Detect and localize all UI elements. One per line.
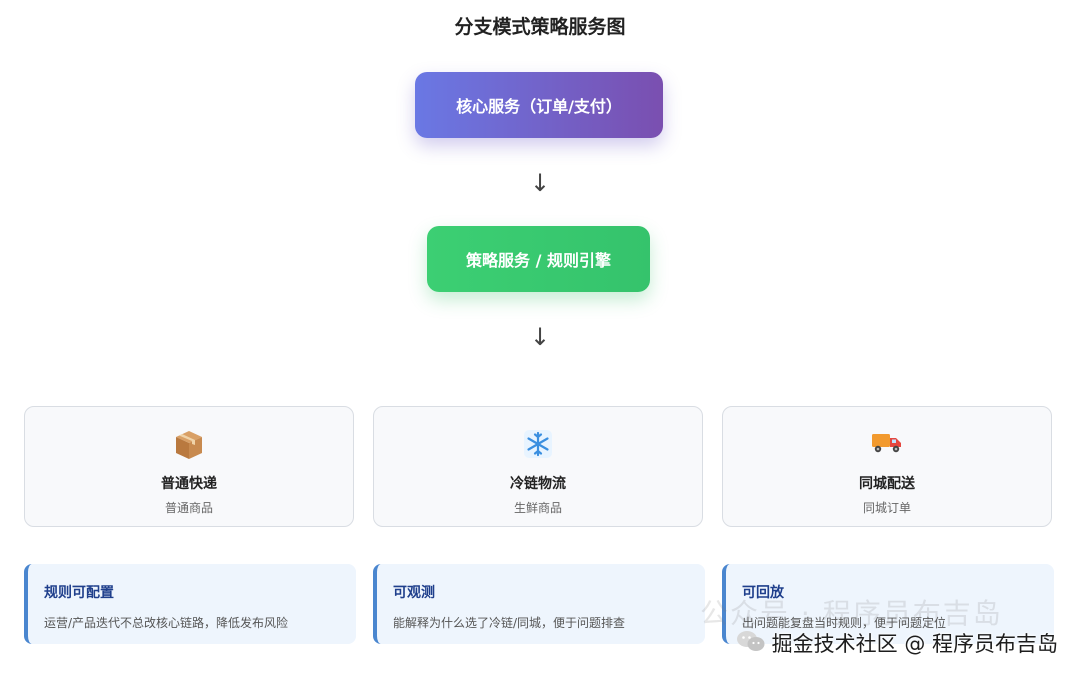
strategy-service-node: 策略服务 / 规则引擎 — [427, 226, 650, 292]
delivery-truck-icon — [723, 429, 1051, 465]
feature-card-configurable: 规则可配置 运营/产品迭代不总改核心链路，降低发布风险 — [24, 564, 356, 644]
feature-title: 规则可配置 — [44, 585, 114, 601]
branch-name: 同城配送 — [859, 476, 915, 492]
branch-name: 普通快递 — [161, 476, 217, 492]
feature-card-observable: 可观测 能解释为什么选了冷链/同城，便于问题排查 — [373, 564, 705, 644]
watermark-faint-text: 公众号 · 程序员布吉岛 — [700, 597, 1003, 630]
branch-name: 冷链物流 — [510, 476, 566, 492]
down-arrow-icon: ↓ — [529, 323, 551, 351]
branch-desc: 普通商品 — [164, 501, 213, 515]
diagram-title: 分支模式策略服务图 — [454, 16, 626, 38]
watermark-text: 掘金技术社区 @ 程序员布吉岛 — [771, 632, 1058, 656]
branch-card-express: 普通快递 普通商品 — [24, 406, 354, 527]
package-box-icon — [25, 429, 353, 465]
wechat-icon — [736, 629, 766, 658]
branch-card-coldchain: 冷链物流 生鲜商品 — [373, 406, 703, 527]
core-service-node: 核心服务（订单/支付） — [415, 72, 663, 138]
feature-title: 可观测 — [393, 585, 435, 601]
feature-desc: 运营/产品迭代不总改核心链路，降低发布风险 — [44, 616, 289, 630]
branch-desc: 同城订单 — [862, 501, 911, 515]
snowflake-icon — [374, 429, 702, 465]
branch-desc: 生鲜商品 — [513, 501, 562, 515]
watermark: 掘金技术社区 @ 程序员布吉岛 — [736, 628, 1058, 658]
down-arrow-icon: ↓ — [529, 169, 551, 197]
branch-card-samecity: 同城配送 同城订单 — [722, 406, 1052, 527]
diagram-page: 分支模式策略服务图 核心服务（订单/支付） ↓ 策略服务 / 规则引擎 ↓ 普通… — [0, 0, 1080, 677]
feature-desc: 能解释为什么选了冷链/同城，便于问题排查 — [393, 616, 626, 630]
